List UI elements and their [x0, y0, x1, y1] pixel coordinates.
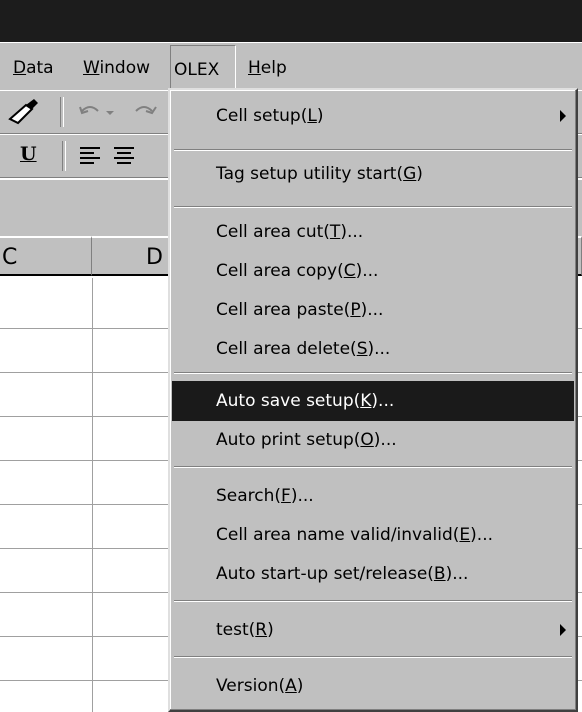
submenu-arrow-icon — [560, 110, 566, 122]
menu-help[interactable]: Help — [248, 43, 287, 91]
format-painter-icon[interactable] — [6, 97, 42, 132]
toolbar-separator — [60, 97, 64, 127]
menu-item-cell-area-copy[interactable]: Cell area copy(C)... — [172, 251, 574, 291]
menu-data[interactable]: Data — [13, 43, 54, 91]
menu-separator — [174, 466, 572, 468]
title-bar — [0, 0, 582, 42]
menu-window[interactable]: Window — [83, 43, 150, 91]
menu-item-cell-area-name-valid[interactable]: Cell area name valid/invalid(E)... — [172, 515, 574, 555]
menu-item-test[interactable]: test(R) — [172, 610, 574, 650]
grid-line — [92, 278, 93, 712]
menu-item-cell-area-cut[interactable]: Cell area cut(T)... — [172, 212, 574, 252]
menu-item-auto-print-setup[interactable]: Auto print setup(O)... — [172, 420, 574, 460]
menu-item-cell-setup[interactable]: Cell setup(L) — [172, 96, 574, 136]
menu-item-search[interactable]: Search(F)... — [172, 476, 574, 516]
toolbar-separator — [62, 141, 66, 171]
align-center-icon[interactable] — [112, 145, 136, 170]
menu-item-auto-save-setup[interactable]: Auto save setup(K)... — [172, 381, 574, 421]
olex-dropdown-menu: Cell setup(L) Tag setup utility start(G)… — [168, 88, 578, 712]
menu-separator — [174, 149, 572, 151]
menu-separator — [174, 372, 572, 374]
menu-bar: Data Window OLEX Help — [0, 42, 582, 91]
menu-separator — [174, 206, 572, 208]
menu-separator — [174, 656, 572, 658]
menu-separator — [174, 600, 572, 602]
redo-icon[interactable] — [130, 103, 160, 128]
menu-item-version[interactable]: Version(A) — [172, 666, 574, 706]
align-left-icon[interactable] — [78, 145, 102, 170]
menu-olex[interactable]: OLEX — [170, 45, 236, 89]
underline-button[interactable]: U — [20, 143, 37, 165]
submenu-arrow-icon — [560, 624, 566, 636]
column-header-c[interactable]: C — [0, 236, 92, 276]
menu-item-auto-start-up[interactable]: Auto start-up set/release(B)... — [172, 554, 574, 594]
undo-icon[interactable] — [78, 103, 118, 128]
menu-item-tag-setup[interactable]: Tag setup utility start(G) — [172, 154, 574, 194]
menu-item-cell-area-delete[interactable]: Cell area delete(S)... — [172, 329, 574, 369]
menu-item-cell-area-paste[interactable]: Cell area paste(P)... — [172, 290, 574, 330]
